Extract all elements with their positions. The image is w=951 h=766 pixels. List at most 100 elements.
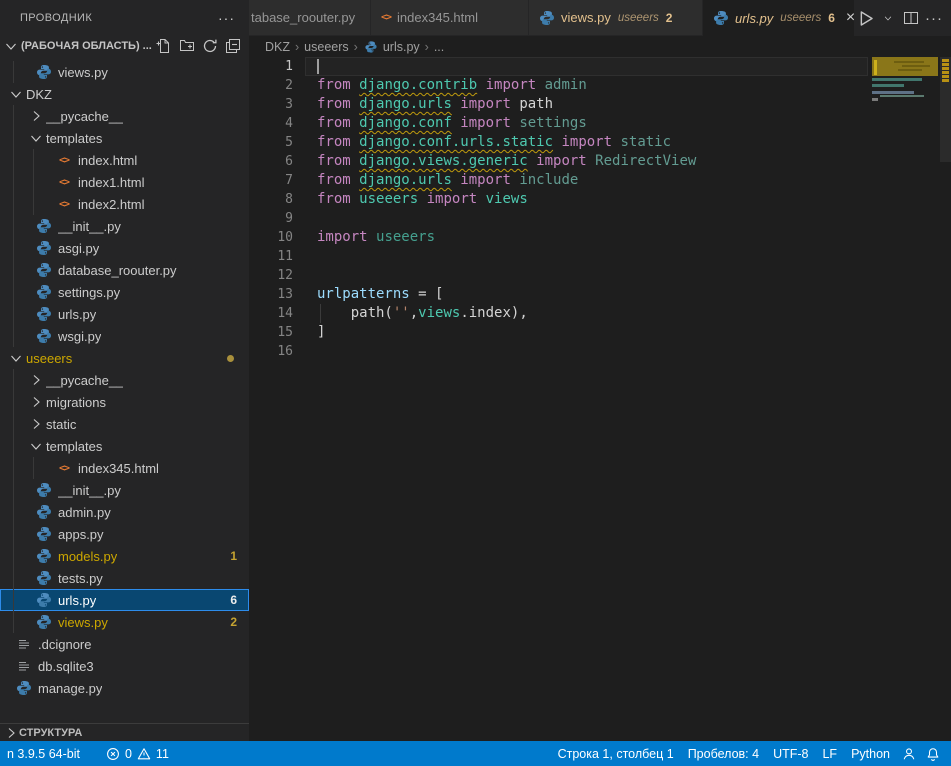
breadcrumb-item-DKZ[interactable]: DKZ <box>265 40 290 54</box>
code-line-2[interactable]: 2from django.contrib import admin <box>249 76 951 95</box>
chevron-down-icon <box>883 13 893 23</box>
tree-item-__init__.py[interactable]: __init__.py <box>0 479 249 501</box>
tree-item-useeers[interactable]: useeers <box>0 347 249 369</box>
tree-item-tests.py[interactable]: tests.py <box>0 567 249 589</box>
python-icon <box>36 570 52 586</box>
status-problems[interactable]: 011 <box>99 741 176 766</box>
tree-item-__pycache__[interactable]: __pycache__ <box>0 369 249 391</box>
tree-item-wsgi.py[interactable]: wsgi.py <box>0 325 249 347</box>
breadcrumb-item-urls.py[interactable]: urls.py <box>363 39 420 55</box>
code-line-14[interactable]: 14 path('',views.index), <box>249 304 951 323</box>
line-number: 8 <box>249 190 293 209</box>
vscode-window: ПРОВОДНИК ··· (РАБОЧАЯ ОБЛАСТЬ) ... view… <box>0 0 951 766</box>
tree-item-index.html[interactable]: <>index.html <box>0 149 249 171</box>
status-indentation[interactable]: Пробелов: 4 <box>681 741 766 766</box>
file-label: __init__.py <box>58 219 121 234</box>
code-line-6[interactable]: 6from django.views.generic import Redire… <box>249 152 951 171</box>
run-button[interactable] <box>855 8 875 28</box>
code-line-16[interactable]: 16 <box>249 342 951 361</box>
tree-item-views.py[interactable]: views.py <box>0 61 249 83</box>
status-cursor-position[interactable]: Строка 1, столбец 1 <box>551 741 681 766</box>
breadcrumb-item-...[interactable]: ... <box>434 40 444 54</box>
explorer-header: ПРОВОДНИК ··· <box>0 0 249 35</box>
play-icon <box>856 9 875 28</box>
code-line-10[interactable]: 10import useeers <box>249 228 951 247</box>
tab-tabase_roouter.py[interactable]: tabase_roouter.py <box>249 0 371 35</box>
code-line-7[interactable]: 7from django.urls import include <box>249 171 951 190</box>
code-line-15[interactable]: 15] <box>249 323 951 342</box>
code-line-11[interactable]: 11 <box>249 247 951 266</box>
tree-item-DKZ[interactable]: DKZ <box>0 83 249 105</box>
explorer-sidebar: ПРОВОДНИК ··· (РАБОЧАЯ ОБЛАСТЬ) ... view… <box>0 0 249 741</box>
tree-item-.dcignore[interactable]: .dcignore <box>0 633 249 655</box>
python-icon <box>539 10 555 26</box>
tree-item-index1.html[interactable]: <>index1.html <box>0 171 249 193</box>
breadcrumb-label: ... <box>434 40 444 54</box>
indent-guide <box>13 303 14 325</box>
split-editor-button[interactable] <box>901 8 921 28</box>
indent-guide <box>13 61 14 83</box>
tree-item-models.py[interactable]: models.py1 <box>0 545 249 567</box>
run-dropdown-button[interactable] <box>878 8 898 28</box>
code-line-9[interactable]: 9 <box>249 209 951 228</box>
status-eol[interactable]: LF <box>815 741 844 766</box>
code-line-4[interactable]: 4from django.conf import settings <box>249 114 951 133</box>
breadcrumb: DKZ›useeers›urls.py›... <box>249 36 951 57</box>
outline-section-header[interactable]: СТРУКТУРА <box>0 723 249 741</box>
tree-item-asgi.py[interactable]: asgi.py <box>0 237 249 259</box>
tree-item-templates[interactable]: templates <box>0 435 249 457</box>
tree-item-db.sqlite3[interactable]: db.sqlite3 <box>0 655 249 677</box>
tab-index345.html[interactable]: <>index345.html <box>371 0 529 35</box>
tree-item-index345.html[interactable]: <>index345.html <box>0 457 249 479</box>
collapse-all-button[interactable] <box>223 36 243 56</box>
new-file-button[interactable] <box>154 36 174 56</box>
code-line-5[interactable]: 5from django.conf.urls.static import sta… <box>249 133 951 152</box>
tree-item-__init__.py[interactable]: __init__.py <box>0 215 249 237</box>
tree-item-urls.py[interactable]: urls.py <box>0 303 249 325</box>
tab-problems-badge: 6 <box>828 11 835 25</box>
tree-item-static[interactable]: static <box>0 413 249 435</box>
workspace-section-header[interactable]: (РАБОЧАЯ ОБЛАСТЬ) ... <box>0 35 249 57</box>
status-language-mode[interactable]: Python <box>844 741 897 766</box>
tree-item-database_roouter.py[interactable]: database_roouter.py <box>0 259 249 281</box>
tab-views.py[interactable]: views.pyuseeers2 <box>529 0 703 35</box>
tree-item-settings.py[interactable]: settings.py <box>0 281 249 303</box>
problems-badge: 6 <box>230 593 237 607</box>
tree-item-urls.py[interactable]: urls.py6 <box>0 589 249 611</box>
tree-item-migrations[interactable]: migrations <box>0 391 249 413</box>
close-icon[interactable]: × <box>846 11 855 25</box>
tab-urls.py[interactable]: urls.pyuseeers6× <box>703 0 855 36</box>
status-python-interpreter[interactable]: n 3.9.5 64-bit <box>0 741 87 766</box>
python-icon <box>36 284 52 300</box>
status-encoding[interactable]: UTF-8 <box>766 741 815 766</box>
python-icon <box>36 240 52 256</box>
tree-item-apps.py[interactable]: apps.py <box>0 523 249 545</box>
tab-label: urls.py <box>735 11 773 26</box>
status-text: Пробелов: 4 <box>688 747 759 761</box>
chevron-down-icon <box>3 38 19 54</box>
code-area[interactable]: 12from django.contrib import admin3from … <box>249 57 951 741</box>
line-number: 6 <box>249 152 293 171</box>
refresh-button[interactable] <box>200 36 220 56</box>
explorer-more-button[interactable]: ··· <box>218 13 235 23</box>
tree-item-views.py[interactable]: views.py2 <box>0 611 249 633</box>
tree-item-admin.py[interactable]: admin.py <box>0 501 249 523</box>
code-line-1[interactable]: 1 <box>249 57 951 76</box>
line-number: 1 <box>249 57 293 76</box>
tree-item-templates[interactable]: templates <box>0 127 249 149</box>
line-number: 2 <box>249 76 293 95</box>
new-folder-button[interactable] <box>177 36 197 56</box>
breadcrumb-item-useeers[interactable]: useeers <box>304 40 348 54</box>
tree-item-index2.html[interactable]: <>index2.html <box>0 193 249 215</box>
code-line-8[interactable]: 8from useeers import views <box>249 190 951 209</box>
tree-item-manage.py[interactable]: manage.py <box>0 677 249 699</box>
python-icon <box>36 64 52 80</box>
file-label: DKZ <box>26 87 52 102</box>
code-line-13[interactable]: 13urlpatterns = [ <box>249 285 951 304</box>
status-feedback[interactable] <box>897 741 921 766</box>
tree-item-__pycache__[interactable]: __pycache__ <box>0 105 249 127</box>
code-line-3[interactable]: 3from django.urls import path <box>249 95 951 114</box>
more-actions-button[interactable]: ··· <box>924 8 944 28</box>
code-line-12[interactable]: 12 <box>249 266 951 285</box>
status-notifications[interactable] <box>921 741 945 766</box>
